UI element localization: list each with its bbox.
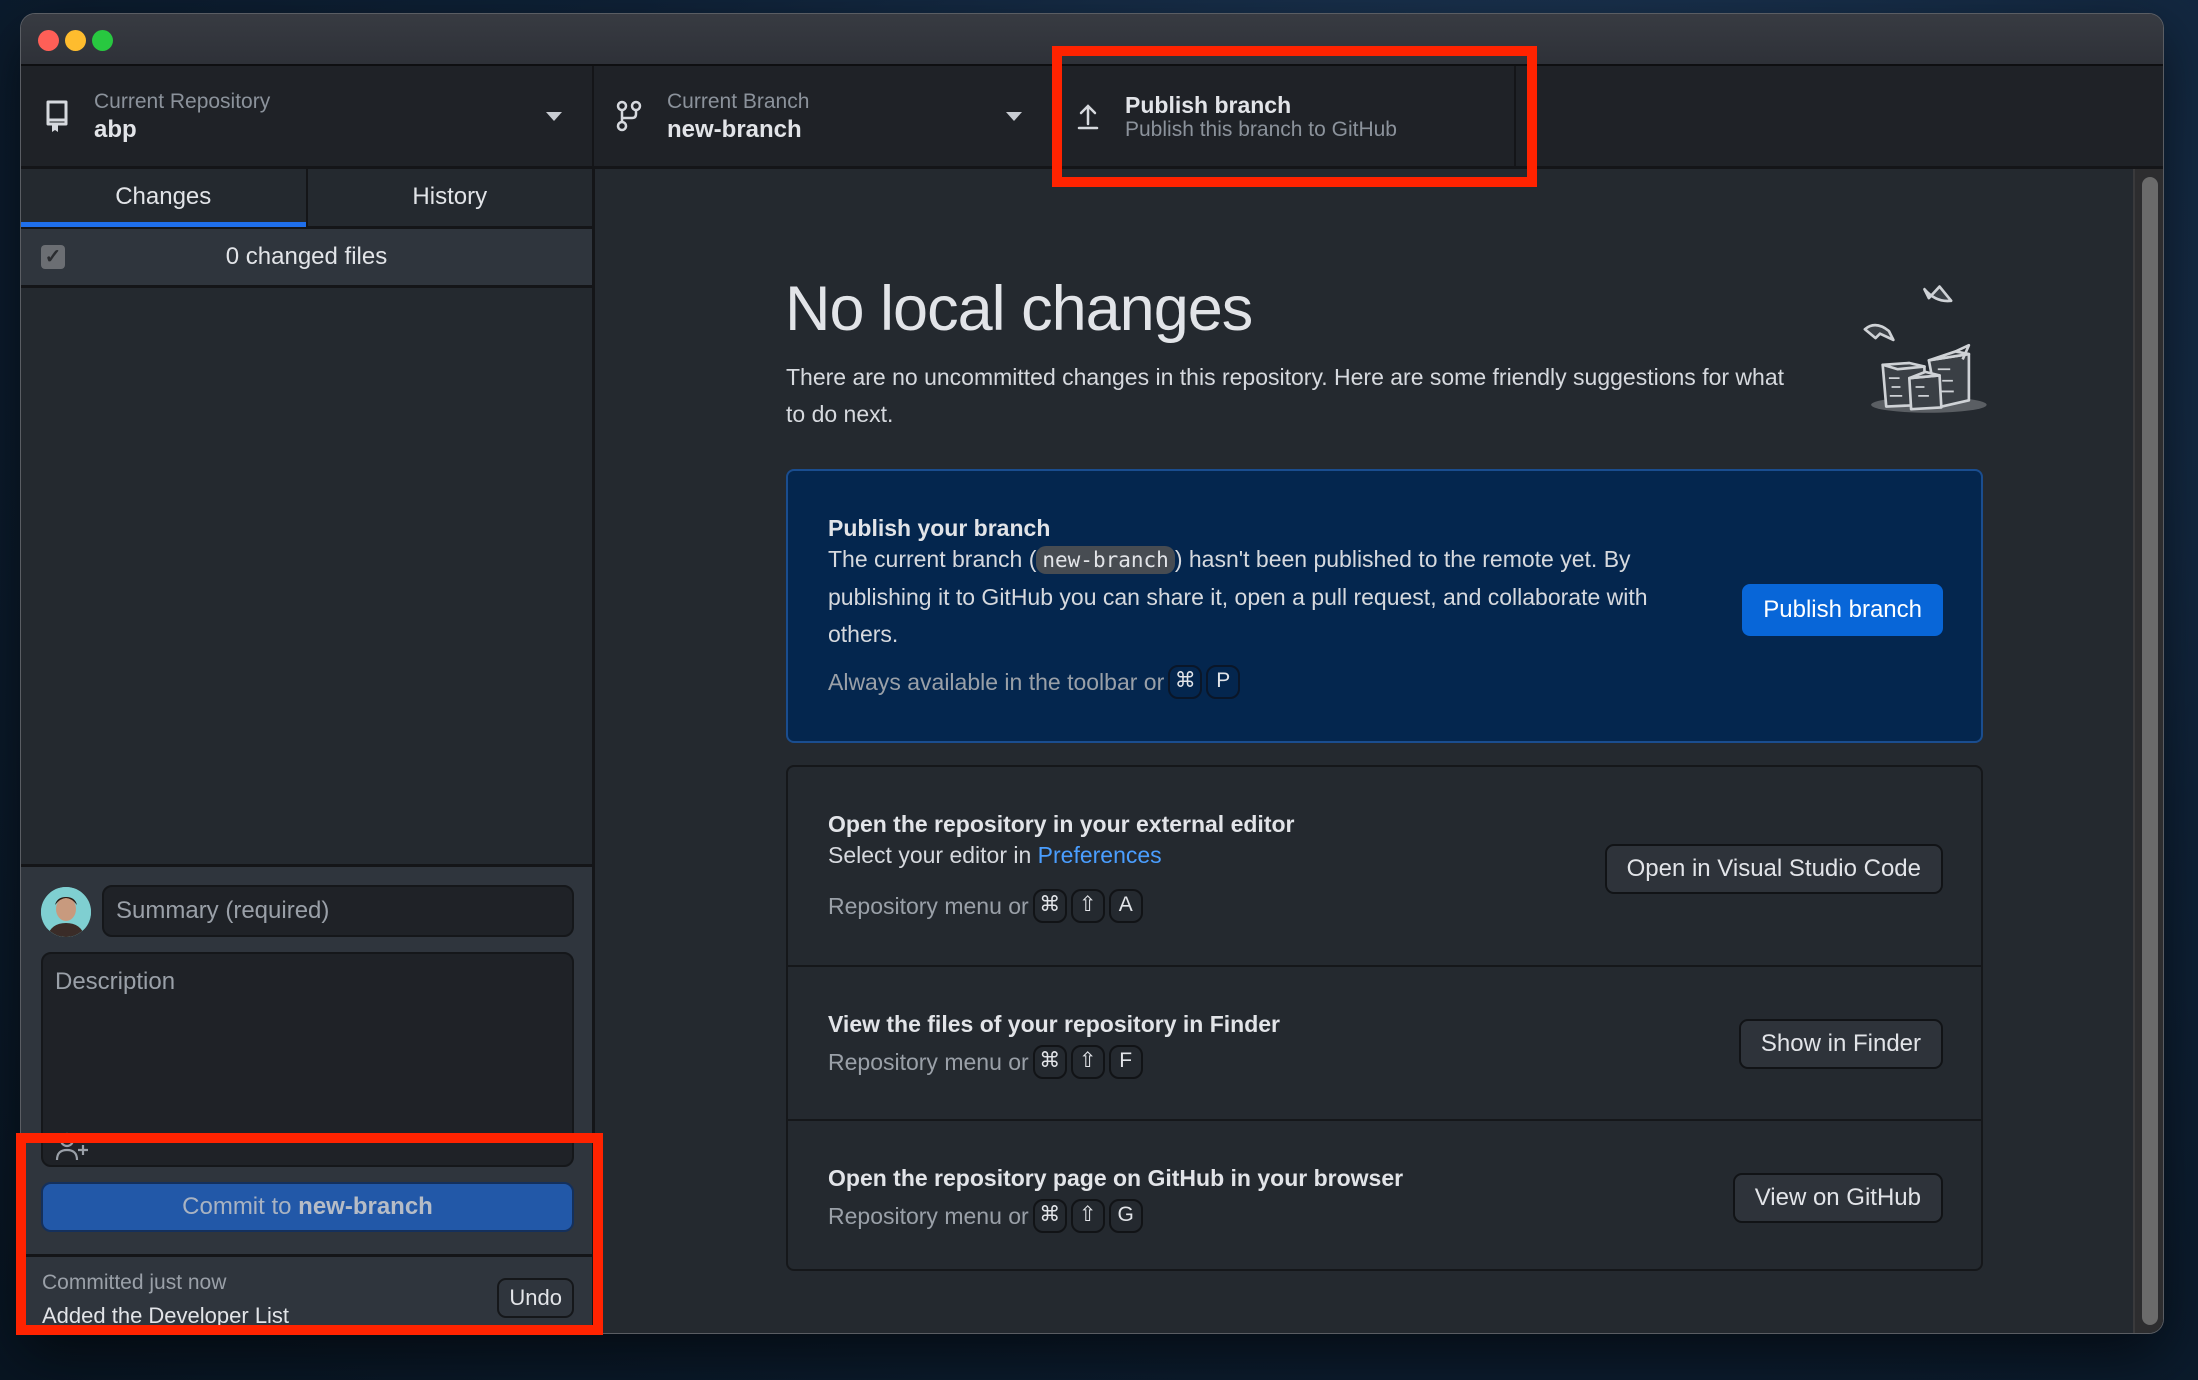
close-window-button[interactable] xyxy=(38,30,59,51)
commit-panel: Summary (required) Description Commit to… xyxy=(21,864,592,1333)
zoom-window-button[interactable] xyxy=(92,30,113,51)
repository-label: Current Repository xyxy=(94,90,271,113)
commit-button-branch: new-branch xyxy=(298,1193,433,1220)
toolbar: Current Repository abp Current Branch ne… xyxy=(21,66,2163,169)
chevron-down-icon xyxy=(546,112,562,121)
current-repository-dropdown[interactable]: Current Repository abp xyxy=(21,66,594,166)
page-title: No local changes xyxy=(785,274,1253,344)
branch-label: Current Branch xyxy=(667,90,810,113)
publish-card-title: Publish your branch xyxy=(828,515,1051,541)
vertical-scrollbar[interactable] xyxy=(2133,169,2163,1333)
publish-branch-card: Publish your branch The current branch (… xyxy=(786,469,1983,743)
sidebar: Changes History 0 changed files ✓ Summar… xyxy=(21,169,595,1333)
description-placeholder: Description xyxy=(55,968,176,995)
current-branch-dropdown[interactable]: Current Branch new-branch xyxy=(594,66,1054,166)
open-in-vscode-button[interactable]: Open in Visual Studio Code xyxy=(1604,844,1943,894)
tab-changes[interactable]: Changes xyxy=(21,169,306,227)
commit-summary-input[interactable]: Summary (required) xyxy=(102,885,574,937)
select-editor-text: Select your editor in xyxy=(828,842,1038,868)
shortcut-hint-text: Repository menu or xyxy=(828,892,1029,919)
publish-shortcut-hint: Always available in the toolbar or ⌘ P xyxy=(828,665,1241,699)
branch-name-code: new-branch xyxy=(1036,546,1175,574)
changed-files-count: 0 changed files xyxy=(225,243,388,270)
branch-name: new-branch xyxy=(667,116,802,143)
minimize-window-button[interactable] xyxy=(65,30,86,51)
shift-key-icon: ⇧ xyxy=(1070,1199,1105,1233)
github-shortcut-hint: Repository menu or ⌘ ⇧ G xyxy=(828,1199,1143,1233)
scrollbar-thumb[interactable] xyxy=(2142,177,2158,1325)
branch-icon xyxy=(616,100,642,132)
shift-key-icon: ⇧ xyxy=(1070,1045,1105,1079)
show-in-finder-button[interactable]: Show in Finder xyxy=(1738,1019,1943,1069)
editor-shortcut-hint: Repository menu or ⌘ ⇧ A xyxy=(828,889,1143,923)
key-a: A xyxy=(1108,889,1143,923)
user-avatar-icon xyxy=(41,887,91,937)
key-p: P xyxy=(1206,665,1241,699)
shortcut-hint-text: Repository menu or xyxy=(828,1048,1029,1075)
select-all-checkbox[interactable]: ✓ xyxy=(41,245,65,269)
changed-files-header: 0 changed files ✓ xyxy=(21,229,592,288)
shortcut-hint-text: Always available in the toolbar or xyxy=(828,668,1165,695)
last-commit-time: Committed just now xyxy=(42,1271,227,1294)
view-on-github-button[interactable]: View on GitHub xyxy=(1732,1173,1943,1223)
finder-shortcut-hint: Repository menu or ⌘ ⇧ F xyxy=(828,1045,1143,1079)
commit-button[interactable]: Commit to new-branch xyxy=(41,1182,574,1232)
sidebar-tabs: Changes History xyxy=(21,169,592,229)
commit-button-prefix: Commit to xyxy=(182,1193,299,1220)
open-editor-text: Select your editor in Preferences xyxy=(828,837,1162,874)
suggestions-card: Open the repository in your external edi… xyxy=(786,765,1983,1271)
shift-key-icon: ⇧ xyxy=(1070,889,1105,923)
publish-text-before: The current branch ( xyxy=(828,546,1037,572)
last-commit-message: Added the Developer List xyxy=(42,1303,290,1328)
finder-title: View the files of your repository in Fin… xyxy=(828,1011,1280,1037)
add-coauthor-icon[interactable] xyxy=(55,1131,91,1161)
main-content: No local changes There are no uncommitte… xyxy=(595,169,2163,1333)
paper-stacks-illustration-icon xyxy=(1863,285,1987,413)
open-editor-title: Open the repository in your external edi… xyxy=(828,811,1295,837)
publish-branch-button[interactable]: Publish branch xyxy=(1742,584,1943,636)
shortcut-hint-text: Repository menu or xyxy=(828,1202,1029,1229)
tab-history[interactable]: History xyxy=(305,169,593,226)
commit-description-input[interactable]: Description xyxy=(41,952,574,1167)
repository-name: abp xyxy=(94,116,137,143)
publish-branch-subtitle: Publish this branch to GitHub xyxy=(1125,118,1397,141)
preferences-link[interactable]: Preferences xyxy=(1038,842,1162,868)
github-title: Open the repository page on GitHub in yo… xyxy=(828,1165,1404,1191)
command-key-icon: ⌘ xyxy=(1168,665,1203,699)
view-on-github-row: Open the repository page on GitHub in yo… xyxy=(788,1119,1981,1273)
upload-arrow-icon xyxy=(1077,104,1099,130)
avatar xyxy=(41,887,91,937)
publish-branch-toolbar-button[interactable]: Publish branch Publish this branch to Gi… xyxy=(1052,66,1516,166)
key-g: G xyxy=(1108,1199,1143,1233)
open-editor-row: Open the repository in your external edi… xyxy=(788,767,1981,965)
title-bar xyxy=(21,14,2163,66)
chevron-down-icon xyxy=(1006,112,1022,121)
command-key-icon: ⌘ xyxy=(1032,1199,1067,1233)
undo-commit-button[interactable]: Undo xyxy=(497,1278,574,1318)
publish-branch-title: Publish branch xyxy=(1125,92,1292,118)
last-commit-info: Committed just now Added the Developer L… xyxy=(21,1254,592,1333)
publish-card-text: The current branch (new-branch) hasn't b… xyxy=(828,541,1648,653)
page-subtitle: There are no uncommitted changes in this… xyxy=(786,364,1785,427)
command-key-icon: ⌘ xyxy=(1032,889,1067,923)
command-key-icon: ⌘ xyxy=(1032,1045,1067,1079)
github-desktop-window: Current Repository abp Current Branch ne… xyxy=(21,14,2163,1333)
key-f: F xyxy=(1108,1045,1143,1079)
show-in-finder-row: View the files of your repository in Fin… xyxy=(788,965,1981,1121)
repo-icon xyxy=(46,100,68,132)
